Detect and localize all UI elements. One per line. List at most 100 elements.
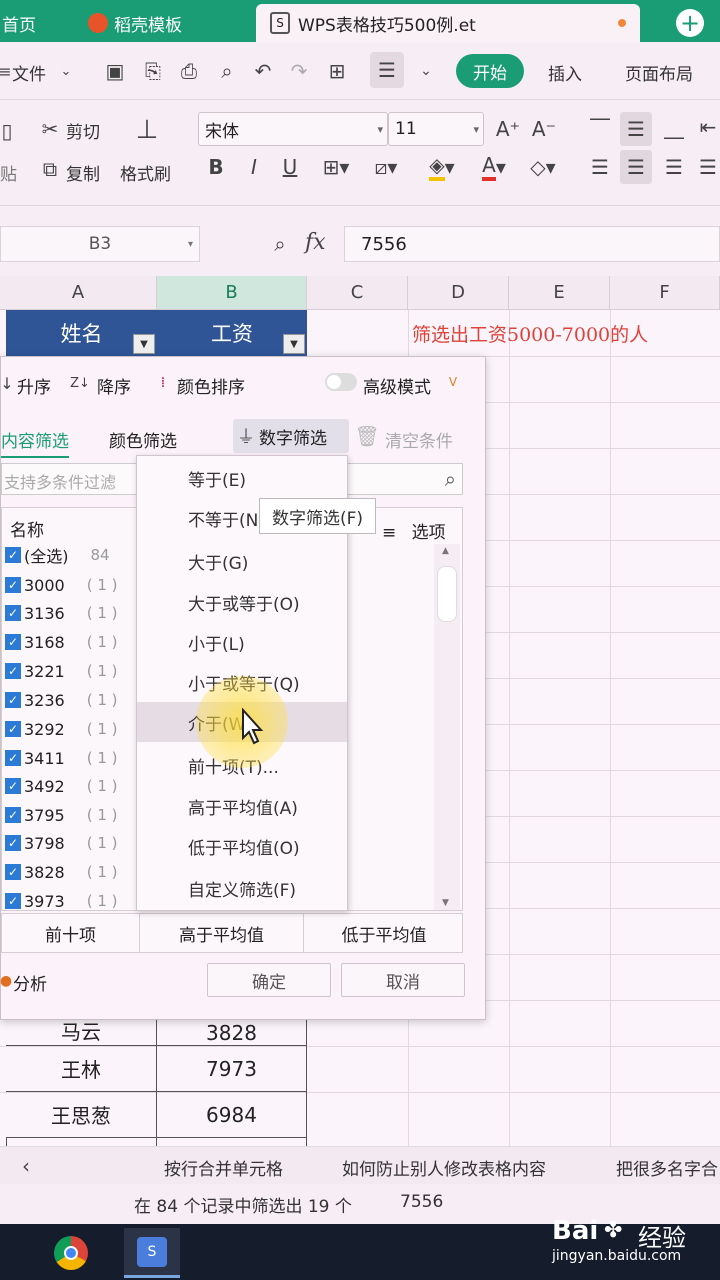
tab-color-filter[interactable]: 颜色筛选 [109,427,177,452]
align-icon[interactable]: ☰ [370,52,404,88]
tab-home[interactable]: 首页 [0,4,70,42]
header-cell-salary[interactable]: 工资 ▼ [157,310,307,356]
list-item[interactable]: ✓ 3136 ( 1 ) [5,599,118,627]
analyze-button[interactable]: 分析 [13,970,47,995]
checkbox-icon[interactable]: ✓ [5,721,21,737]
border-icon[interactable]: ⊞▾ [316,152,356,182]
new-tab-button[interactable]: + [660,4,720,42]
file-menu[interactable]: 文件 [12,60,46,85]
fill-color-icon[interactable]: ◈ ▾ [420,152,464,182]
justify-icon[interactable]: ☰ [696,152,720,182]
sheet-tab[interactable]: 如何防止别人修改表格内容 [342,1155,546,1180]
below-average-button[interactable]: 低于平均值 [304,914,464,952]
font-color-icon[interactable]: A ▾ [472,152,516,182]
list-item[interactable]: ✓ 3236 ( 1 ) [5,686,118,714]
above-average-button[interactable]: 高于平均值 [140,914,304,952]
save-icon[interactable]: ▣ [100,56,130,86]
trash-icon[interactable]: 🗑 [354,423,379,449]
sort-desc-button[interactable]: 降序 [97,373,131,398]
menu-icon[interactable]: ≡ [0,56,12,86]
export-icon[interactable]: ⎘ [138,56,168,86]
column-header-f[interactable]: F [610,276,720,310]
name-box[interactable]: B3 ▾ [0,226,200,262]
menu-item-greater[interactable]: 大于(G) [137,541,347,581]
bold-icon[interactable]: B [202,152,230,182]
column-header-a[interactable]: A [0,276,157,310]
sheet-tab[interactable]: 把很多名字合 [616,1155,718,1180]
checkbox-icon[interactable]: ✓ [5,835,21,851]
color-sort-icon[interactable]: ⁞ [153,369,173,397]
table-cell-name[interactable]: 王林 [6,1046,157,1092]
table-cell-name[interactable]: 王思葱 [6,1092,157,1138]
filter-active-icon[interactable]: ▼ [283,334,305,354]
checkbox-icon[interactable]: ✓ [5,634,21,650]
filter-dropdown-icon[interactable]: ▼ [133,334,155,354]
checkbox-icon[interactable]: ✓ [5,893,21,909]
tab-number-filter[interactable]: ⏚ 数字筛选 [233,419,349,453]
font-size-select[interactable]: 11 ▾ [388,112,484,146]
checkbox-icon[interactable]: ✓ [5,864,21,880]
search-icon[interactable]: ⌕ [445,467,456,491]
checkbox-icon[interactable]: ✓ [5,692,21,708]
formula-input[interactable]: 7556 [344,226,720,262]
list-item[interactable]: ✓ 3168 ( 1 ) [5,628,118,656]
font-shrink-icon[interactable]: A⁻ [530,114,558,144]
chevron-left-icon[interactable]: ‹ [14,1151,38,1181]
fill-pattern-icon[interactable]: ⧄▾ [364,152,408,182]
tab-insert[interactable]: 插入 [548,60,582,85]
copy-button[interactable]: 复制 [66,160,100,185]
table-cell-name[interactable]: 马云 [6,1020,157,1046]
chevron-down-icon[interactable]: ⌄ [56,58,76,84]
align-center-icon[interactable]: ☰ [620,150,652,184]
wps-icon[interactable]: S [124,1228,180,1278]
scissors-icon[interactable]: ✂ [38,116,62,142]
checkbox-icon[interactable]: ✓ [5,807,21,823]
cancel-button[interactable]: 取消 [341,963,465,997]
print-icon[interactable]: ⎙ [174,56,204,86]
top10-button[interactable]: 前十项 [2,914,140,952]
list-item[interactable]: ✓ 3221 ( 1 ) [5,657,118,685]
align-top-icon[interactable]: ⎺ [586,112,614,142]
menu-item-below-average[interactable]: 低于平均值(O) [137,826,347,866]
column-header-d[interactable]: D [408,276,509,310]
tab-content-filter[interactable]: 内容筛选 [1,427,69,458]
table-cell-salary[interactable]: 6984 [157,1092,307,1138]
checkbox-icon[interactable]: ✓ [5,663,21,679]
column-header-b[interactable]: B [157,276,307,310]
list-item[interactable]: ✓ 3492 ( 1 ) [5,772,118,800]
menu-item-less[interactable]: 小于(L) [137,622,347,662]
header-cell-name[interactable]: 姓名 ▼ [6,310,157,356]
list-item[interactable]: ✓ 3828 ( 1 ) [5,858,118,886]
checkbox-icon[interactable]: ✓ [5,778,21,794]
checkbox-icon[interactable]: ✓ [5,750,21,766]
align-right-icon[interactable]: ☰ [660,152,688,182]
align-bottom-icon[interactable]: ⎽ [660,112,688,142]
chrome-icon[interactable] [54,1236,88,1270]
table-style-icon[interactable]: ⊞ [322,56,352,86]
fx-icon[interactable]: fx [305,230,326,255]
more-chevron-icon[interactable]: ⌄ [414,56,438,86]
font-name-select[interactable]: 宋体 ▾ [198,112,388,146]
scroll-up-icon[interactable]: ▲ [442,546,449,556]
paste-label[interactable]: 贴 [0,160,17,185]
list-scrollbar[interactable]: ▲ ▼ [434,544,460,910]
table-cell-salary[interactable]: 7973 [157,1046,307,1092]
tab-page-layout[interactable]: 页面布局 [625,60,693,85]
column-header-c[interactable]: C [307,276,408,310]
menu-item-custom-filter[interactable]: 自定义筛选(F) [137,868,347,908]
copy-icon[interactable]: ⧉ [38,156,62,182]
format-painter-icon[interactable]: ⊥ [130,110,164,150]
menu-item-greater-equal[interactable]: 大于或等于(O) [137,582,347,622]
undo-icon[interactable]: ↶ [248,56,278,86]
sort-asc-button[interactable]: 升序 [17,373,51,398]
list-item[interactable]: ✓ (全选) 84 [5,541,110,569]
list-item[interactable]: ✓ 3973 ( 1 ) [5,887,118,915]
sort-desc-icon[interactable]: Z↓ [67,369,93,397]
scroll-down-icon[interactable]: ▼ [442,898,449,908]
checkbox-icon[interactable]: ✓ [5,577,21,593]
align-left-icon[interactable]: ☰ [586,152,614,182]
zoom-search-icon[interactable]: ⌕ [266,228,294,260]
list-item[interactable]: ✓ 3798 ( 1 ) [5,829,118,857]
underline-icon[interactable]: U [276,152,304,182]
scroll-thumb[interactable] [437,566,457,622]
